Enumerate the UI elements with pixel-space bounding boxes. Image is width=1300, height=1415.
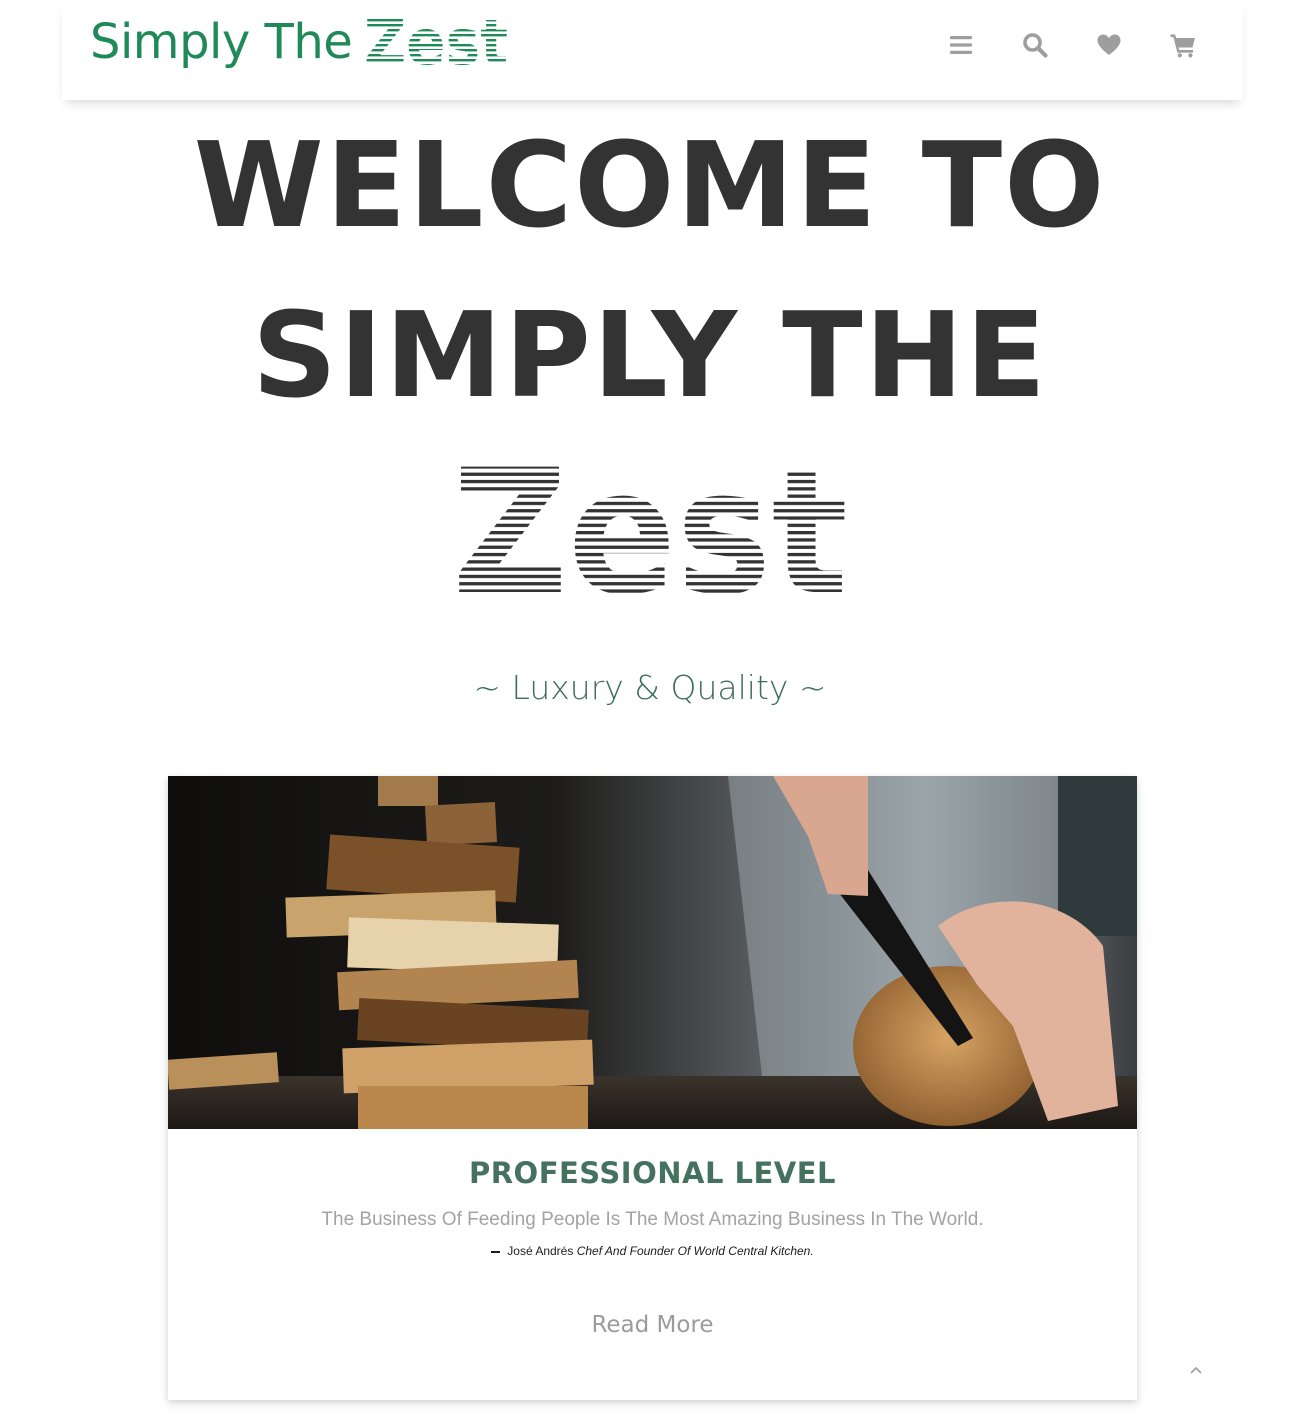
svg-text:Zest: Zest — [364, 14, 508, 70]
card-citation: José Andrés Chef And Founder Of World Ce… — [168, 1244, 1137, 1258]
hero-heading-line-2: SIMPLY THE — [252, 286, 1048, 424]
heart-icon[interactable] — [1095, 31, 1123, 59]
citation-dash — [491, 1250, 501, 1253]
card-title: PROFESSIONAL LEVEL — [468, 1156, 837, 1190]
hero-tagline: ~ Luxury & Quality ~ — [473, 668, 827, 707]
brand-zest-logo-icon: Zest — [364, 14, 508, 70]
citation-role: Chef And Founder Of World Central Kitche… — [576, 1244, 814, 1258]
page: Simply The Zest WELCOME TO SIMPLY THE Ze… — [0, 0, 1300, 1415]
card-quote: The Business Of Feeding People Is The Mo… — [321, 1209, 984, 1230]
bread-cutting-photo — [168, 776, 1137, 1129]
hero-heading-line-1: WELCOME TO — [193, 116, 1107, 254]
feature-card: PROFESSIONAL LEVEL The Business Of Feedi… — [168, 776, 1137, 1400]
site-header: Simply The Zest — [62, 0, 1243, 100]
brand-name: Simply The — [90, 14, 353, 70]
cart-icon[interactable] — [1169, 31, 1197, 59]
back-to-top-button[interactable] — [1186, 1360, 1206, 1380]
brand-logo-link[interactable]: Simply The Zest — [90, 10, 508, 74]
search-icon[interactable] — [1021, 31, 1049, 59]
menu-icon[interactable] — [947, 31, 975, 59]
read-more-link[interactable]: Read More — [168, 1312, 1137, 1338]
citation-author: José Andrés — [507, 1244, 574, 1258]
header-actions — [947, 28, 1197, 62]
chevron-up-icon — [1190, 1367, 1202, 1374]
svg-text:Zest: Zest — [452, 458, 848, 600]
hero-zest-logo-icon: Zest — [452, 458, 848, 600]
